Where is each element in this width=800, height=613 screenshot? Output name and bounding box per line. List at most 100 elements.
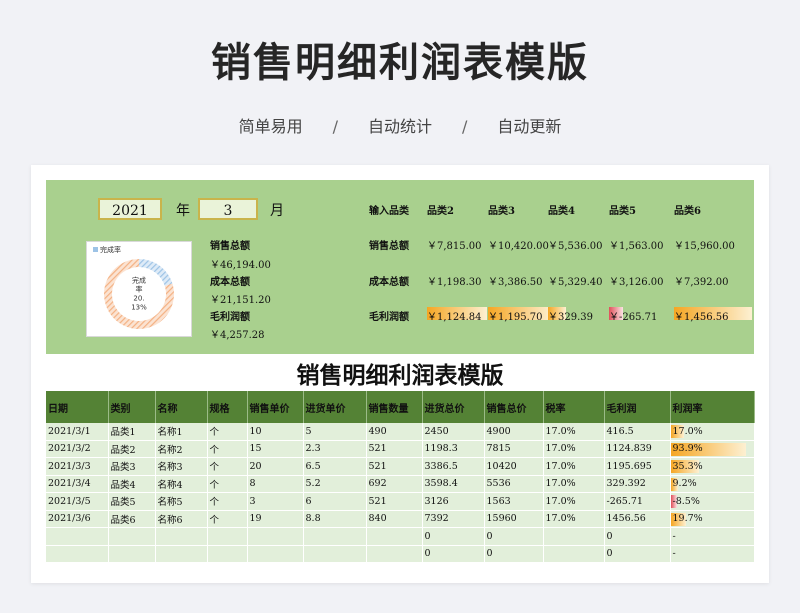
table-cell[interactable]: 692: [366, 475, 423, 493]
table-cell[interactable]: [108, 527, 156, 546]
year-selector[interactable]: 2021: [98, 198, 162, 220]
table-cell[interactable]: 7815: [484, 440, 544, 458]
column-header[interactable]: 类别: [108, 391, 156, 423]
table-cell[interactable]: 521: [366, 440, 423, 458]
table-cell[interactable]: -265.71: [604, 492, 671, 511]
table-cell[interactable]: [303, 545, 367, 563]
table-cell[interactable]: 17.0%: [670, 423, 755, 441]
table-cell[interactable]: 0: [422, 545, 485, 563]
table-cell[interactable]: 5536: [484, 475, 544, 493]
table-cell[interactable]: 17.0%: [543, 423, 605, 441]
column-header[interactable]: 规格: [207, 391, 248, 423]
table-cell[interactable]: 840: [366, 510, 423, 528]
table-cell[interactable]: 2021/3/4: [46, 475, 109, 493]
category-header[interactable]: 品类5: [609, 202, 636, 217]
table-cell[interactable]: 8: [247, 475, 304, 493]
table-cell[interactable]: 0: [484, 545, 544, 563]
category-header[interactable]: 品类2: [427, 202, 454, 217]
table-cell[interactable]: 8.8: [303, 510, 367, 528]
table-cell[interactable]: 品类4: [108, 475, 156, 493]
table-cell[interactable]: 17.0%: [543, 440, 605, 458]
table-cell[interactable]: 品类3: [108, 457, 156, 476]
table-cell[interactable]: 2.3: [303, 440, 367, 458]
table-cell[interactable]: 品类5: [108, 492, 156, 511]
column-header[interactable]: 名称: [155, 391, 208, 423]
table-cell[interactable]: 名称3: [155, 457, 208, 476]
table-cell[interactable]: 35.3%: [670, 457, 755, 476]
table-cell[interactable]: 0: [604, 545, 671, 563]
table-cell[interactable]: -: [670, 545, 755, 563]
table-cell[interactable]: 个: [207, 457, 248, 476]
table-cell[interactable]: 个: [207, 440, 248, 458]
table-cell[interactable]: 5: [303, 423, 367, 441]
table-cell[interactable]: 10420: [484, 457, 544, 476]
column-header[interactable]: 利润率: [670, 391, 755, 423]
table-cell[interactable]: 17.0%: [543, 492, 605, 511]
table-cell[interactable]: 17.0%: [543, 510, 605, 528]
table-cell[interactable]: 0: [422, 527, 485, 546]
column-header[interactable]: 进货单价: [303, 391, 367, 423]
table-cell[interactable]: 3: [247, 492, 304, 511]
table-cell[interactable]: 名称4: [155, 475, 208, 493]
table-cell[interactable]: 个: [207, 475, 248, 493]
table-cell[interactable]: 品类1: [108, 423, 156, 441]
table-cell[interactable]: 521: [366, 457, 423, 476]
table-cell[interactable]: 490: [366, 423, 423, 441]
table-cell[interactable]: 名称5: [155, 492, 208, 511]
category-header[interactable]: 品类6: [674, 202, 701, 217]
table-cell[interactable]: [46, 545, 109, 563]
column-header[interactable]: 进货总价: [422, 391, 485, 423]
table-cell[interactable]: [155, 527, 208, 546]
table-cell[interactable]: 15: [247, 440, 304, 458]
table-cell[interactable]: [247, 545, 304, 563]
table-cell[interactable]: [303, 527, 367, 546]
column-header[interactable]: 销售总价: [484, 391, 544, 423]
table-cell[interactable]: [46, 527, 109, 546]
table-cell[interactable]: -8.5%: [670, 492, 755, 511]
table-cell[interactable]: 6.5: [303, 457, 367, 476]
table-cell[interactable]: 个: [207, 492, 248, 511]
table-cell[interactable]: 329.392: [604, 475, 671, 493]
table-cell[interactable]: 17.0%: [543, 475, 605, 493]
table-cell[interactable]: [207, 527, 248, 546]
table-cell[interactable]: [247, 527, 304, 546]
category-header[interactable]: 品类3: [488, 202, 515, 217]
table-cell[interactable]: 2450: [422, 423, 485, 441]
table-cell[interactable]: 个: [207, 423, 248, 441]
table-cell[interactable]: 名称6: [155, 510, 208, 528]
table-cell[interactable]: 0: [604, 527, 671, 546]
table-cell[interactable]: 6: [303, 492, 367, 511]
column-header[interactable]: 销售数量: [366, 391, 423, 423]
table-cell[interactable]: 3126: [422, 492, 485, 511]
table-cell[interactable]: 个: [207, 510, 248, 528]
table-cell[interactable]: 2021/3/5: [46, 492, 109, 511]
column-header[interactable]: 税率: [543, 391, 605, 423]
table-cell[interactable]: [366, 527, 423, 546]
table-cell[interactable]: 名称1: [155, 423, 208, 441]
table-cell[interactable]: 10: [247, 423, 304, 441]
table-cell[interactable]: [543, 527, 605, 546]
column-header[interactable]: 毛利润: [604, 391, 671, 423]
table-cell[interactable]: 521: [366, 492, 423, 511]
table-cell[interactable]: 93.9%: [670, 440, 755, 458]
table-cell[interactable]: 2021/3/1: [46, 423, 109, 441]
table-cell[interactable]: 7392: [422, 510, 485, 528]
table-cell[interactable]: 4900: [484, 423, 544, 441]
table-cell[interactable]: 416.5: [604, 423, 671, 441]
table-cell[interactable]: 15960: [484, 510, 544, 528]
table-cell[interactable]: [207, 545, 248, 563]
table-cell[interactable]: 2021/3/3: [46, 457, 109, 476]
table-cell[interactable]: 1456.56: [604, 510, 671, 528]
table-cell[interactable]: 1195.695: [604, 457, 671, 476]
table-cell[interactable]: 3386.5: [422, 457, 485, 476]
table-cell[interactable]: 2021/3/6: [46, 510, 109, 528]
table-cell[interactable]: 1198.3: [422, 440, 485, 458]
table-cell[interactable]: 9.2%: [670, 475, 755, 493]
month-selector[interactable]: 3: [198, 198, 258, 220]
table-cell[interactable]: 1563: [484, 492, 544, 511]
table-cell[interactable]: [155, 545, 208, 563]
table-cell[interactable]: 3598.4: [422, 475, 485, 493]
table-cell[interactable]: 品类6: [108, 510, 156, 528]
category-header[interactable]: 品类4: [548, 202, 575, 217]
table-cell[interactable]: 0: [484, 527, 544, 546]
